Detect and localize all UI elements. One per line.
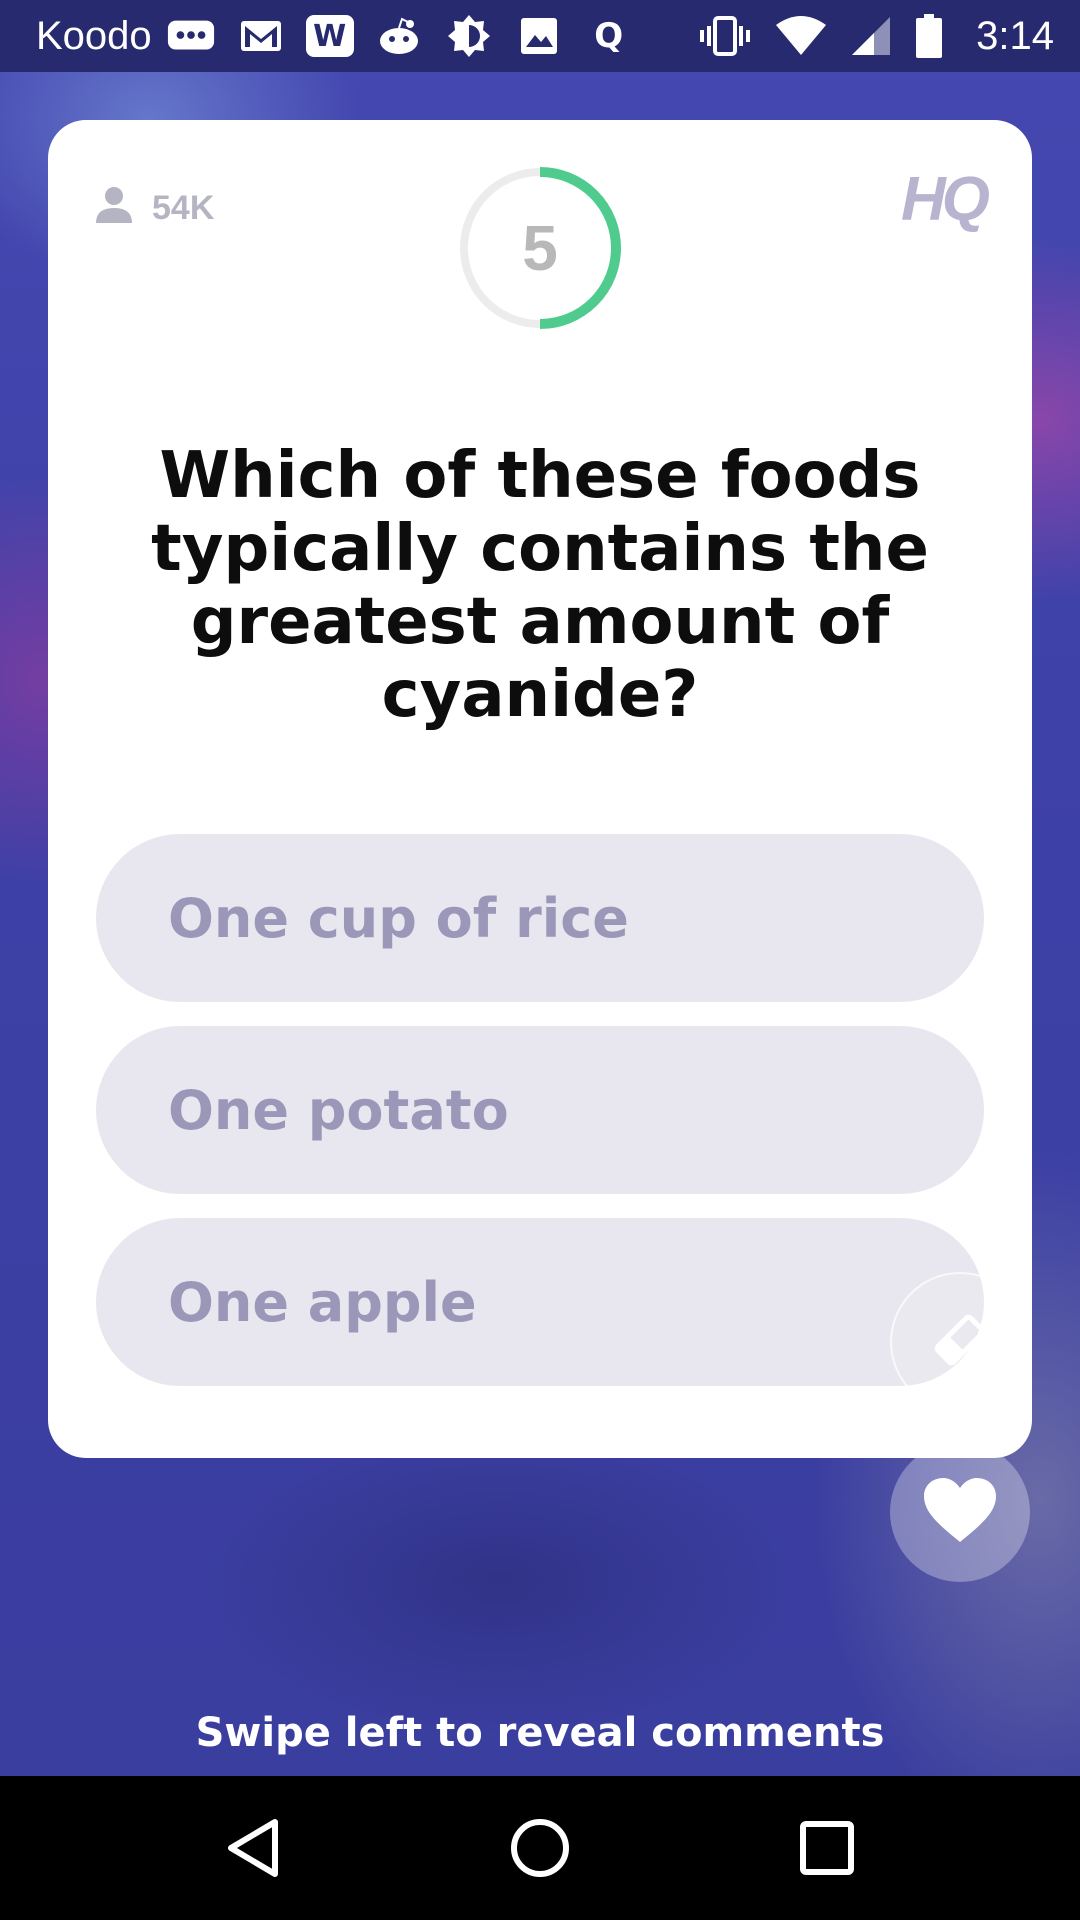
answer-option-1[interactable]: One cup of rice: [96, 834, 984, 1002]
wifi-icon: [774, 12, 828, 60]
heart-icon: [922, 1476, 998, 1548]
hq-logo: HQ: [901, 165, 990, 234]
messages-icon: [166, 15, 216, 57]
question-card: 54K 5 HQ Which of these foods typically …: [48, 120, 1032, 1458]
back-triangle-icon: [228, 1819, 279, 1877]
battery-icon: [914, 12, 944, 60]
answer-option-3[interactable]: One apple: [96, 1218, 984, 1386]
reddit-icon: [374, 15, 424, 57]
vibrate-icon: [698, 12, 752, 60]
gmail-icon: [236, 15, 286, 57]
recents-square-icon: [799, 1821, 854, 1875]
like-button[interactable]: [890, 1442, 1030, 1582]
swipe-hint: Swipe left to reveal comments: [195, 1710, 885, 1756]
countdown-timer: 5: [458, 166, 622, 330]
photos-icon: [514, 15, 564, 57]
brightness-icon: [444, 15, 494, 57]
quora-icon: Q: [594, 16, 624, 56]
recents-button[interactable]: [787, 1808, 867, 1888]
clock: 3:14: [976, 13, 1054, 58]
answer-list: One cup of rice One potato One apple: [96, 834, 984, 1410]
navigation-bar: [0, 1776, 1080, 1920]
cell-signal-icon: [850, 12, 892, 60]
home-circle-icon: [510, 1819, 569, 1877]
viewer-count-label: 54K: [152, 189, 215, 227]
question-text: Which of these foods typically contains …: [151, 439, 929, 732]
home-button[interactable]: [500, 1808, 580, 1888]
notification-icons: W Q: [166, 15, 634, 57]
system-status-icons: 3:14: [698, 12, 1054, 60]
word-icon: W: [305, 15, 354, 57]
carrier-name: Koodo: [36, 13, 152, 58]
answer-option-2[interactable]: One potato: [96, 1026, 984, 1194]
eraser-button[interactable]: [890, 1272, 1030, 1412]
viewer-count: 54K: [94, 184, 214, 233]
status-bar: Koodo W Q 3:14: [0, 0, 1080, 72]
eraser-icon: [925, 1305, 995, 1379]
timer-seconds: 5: [522, 212, 558, 284]
person-icon: [94, 184, 134, 233]
back-button[interactable]: [213, 1808, 293, 1888]
